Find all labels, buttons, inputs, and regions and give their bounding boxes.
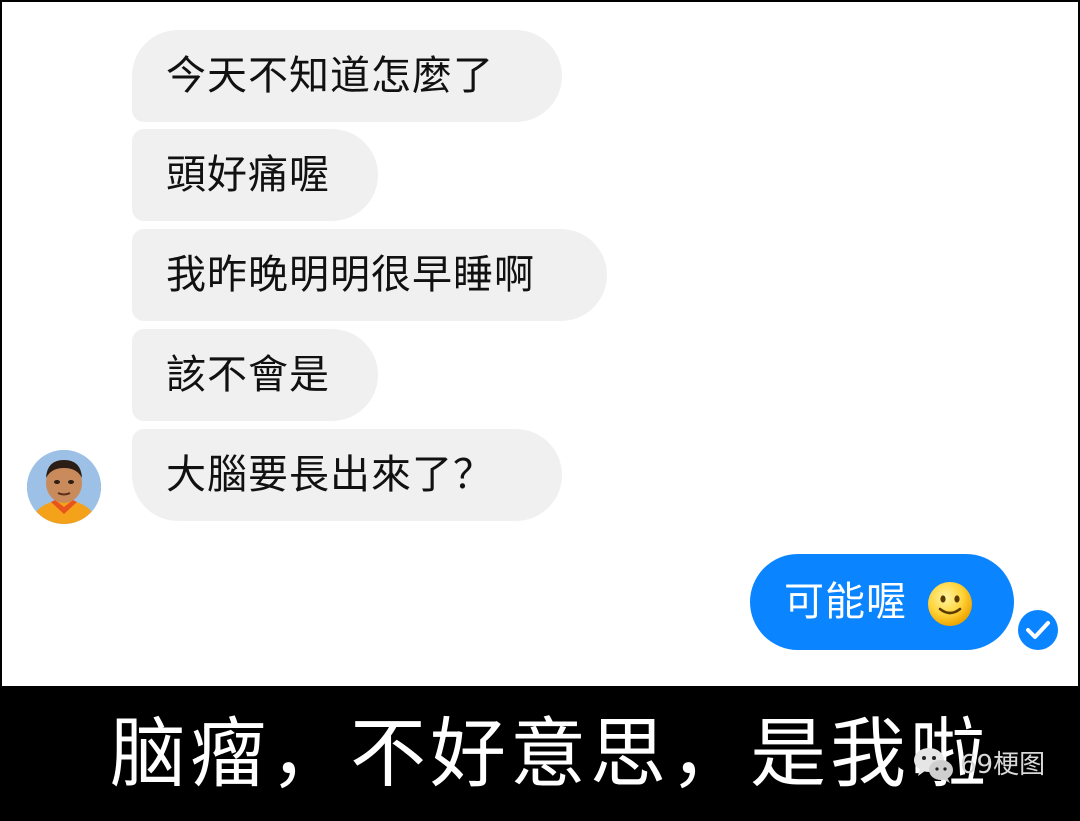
incoming-message-bubble: 今天不知道怎麼了 bbox=[132, 30, 562, 122]
caption-text: 脑瘤，不好意思，是我啦 bbox=[110, 709, 990, 798]
outgoing-message-bubble: 可能喔 bbox=[750, 554, 1014, 650]
sender-avatar[interactable] bbox=[27, 450, 101, 524]
avatar-illustration bbox=[27, 450, 101, 524]
incoming-message-bubble: 我昨晚明明很早睡啊 bbox=[132, 229, 607, 321]
incoming-message-bubble: 該不會是 bbox=[132, 329, 378, 421]
slightly-smiling-face-icon bbox=[926, 580, 974, 628]
wechat-icon bbox=[914, 748, 953, 783]
outgoing-message-text: 可能喔 bbox=[784, 579, 907, 625]
read-checkmark-icon bbox=[1016, 608, 1060, 652]
incoming-message-bubble: 頭好痛喔 bbox=[132, 129, 378, 221]
meme-frame: 今天不知道怎麼了 頭好痛喔 我昨晚明明很早睡啊 該不會是 大腦要長出來了？ 可能… bbox=[0, 0, 1080, 821]
chat-screenshot: 今天不知道怎麼了 頭好痛喔 我昨晚明明很早睡啊 該不會是 大腦要長出來了？ 可能… bbox=[2, 2, 1078, 686]
watermark-text: 69梗图 bbox=[960, 750, 1046, 780]
watermark: 69梗图 bbox=[912, 740, 1052, 790]
incoming-message-bubble: 大腦要長出來了？ bbox=[132, 429, 562, 521]
